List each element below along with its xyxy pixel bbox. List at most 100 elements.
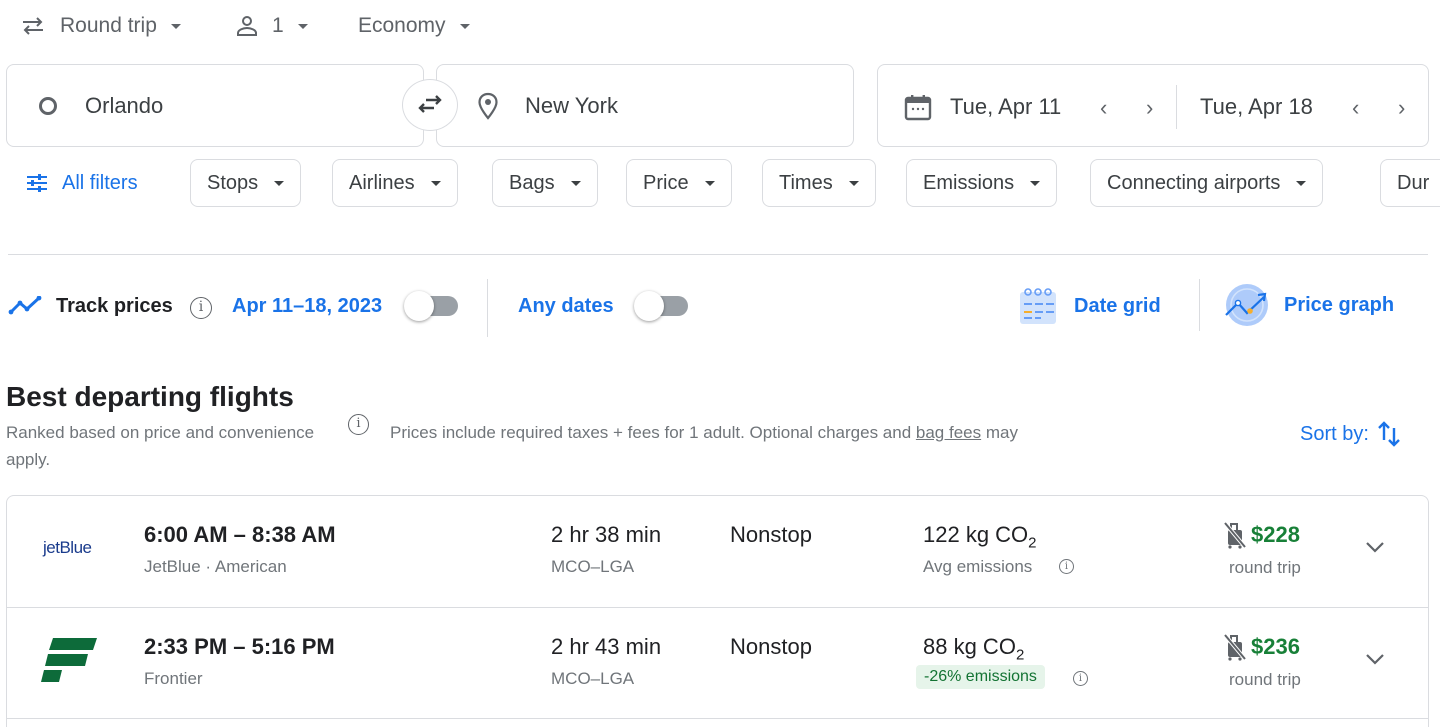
chip-label: Times	[779, 171, 833, 194]
emissions-info-icon[interactable]: i	[1073, 671, 1088, 686]
depart-prev-chevron-icon[interactable]: ‹	[1100, 95, 1107, 121]
flight-stops: Nonstop	[730, 634, 812, 659]
swap-arrows-icon	[20, 15, 46, 37]
depart-next-chevron-icon[interactable]: ›	[1146, 95, 1153, 121]
frontier-logo	[41, 636, 97, 689]
trend-line-icon	[8, 295, 42, 321]
row-divider	[7, 718, 1428, 719]
filter-chip-connecting-airports[interactable]: Connecting airports	[1090, 159, 1324, 207]
sort-by-button[interactable]: Sort by:	[1300, 420, 1401, 448]
calendar-icon	[904, 93, 932, 121]
track-prices-toggle[interactable]	[404, 291, 460, 321]
depart-date-value: Tue, Apr 11	[950, 94, 1062, 119]
ranking-info-icon[interactable]: i	[348, 414, 369, 435]
price-note: Prices include required taxes + fees for…	[390, 423, 1018, 443]
caret-down-icon	[274, 180, 285, 186]
any-dates-toggle[interactable]	[634, 291, 690, 321]
date-divider	[1176, 85, 1177, 129]
emissions-subscript: 2	[1028, 534, 1037, 552]
depart-date-field[interactable]: Tue, Apr 11	[904, 91, 1061, 123]
flight-row[interactable]: 2:33 PM – 5:16 PM Frontier 2 hr 43 min M…	[7, 607, 1428, 718]
price-type: round trip	[1229, 558, 1301, 577]
toggle-knob	[404, 291, 434, 321]
no-carry-on-bag-icon	[1223, 521, 1247, 554]
caret-down-icon	[1296, 180, 1307, 186]
chip-label: Stops	[207, 171, 259, 194]
location-pin-icon	[477, 92, 499, 120]
filter-chip-bags[interactable]: Bags	[492, 159, 598, 207]
date-range-field: Tue, Apr 11 ‹ › Tue, Apr 18 ‹ ›	[877, 64, 1429, 147]
filter-chip-airlines[interactable]: Airlines	[332, 159, 458, 207]
flight-price: $228	[1251, 522, 1300, 547]
trip-type-select[interactable]: Round trip	[20, 8, 181, 44]
flight-stops: Nonstop	[730, 522, 812, 547]
caret-down-icon	[1030, 180, 1041, 186]
flight-route: MCO–LGA	[551, 669, 635, 688]
price-graph-button[interactable]: Price graph	[1224, 282, 1394, 328]
flight-airlines: Frontier	[144, 669, 203, 688]
origin-circle-icon	[39, 96, 57, 115]
graph-divider	[1199, 279, 1200, 331]
return-next-chevron-icon[interactable]: ›	[1398, 95, 1405, 121]
expand-chevron-icon[interactable]	[1365, 540, 1385, 558]
chip-label: Bags	[509, 171, 555, 194]
swap-arrows-icon	[416, 93, 444, 117]
results-title: Best departing flights	[6, 381, 294, 412]
filter-chip-price[interactable]: Price	[626, 159, 732, 207]
chip-label: Price	[643, 171, 689, 194]
caret-down-icon	[297, 23, 308, 29]
trip-type-label: Round trip	[60, 14, 157, 37]
caret-down-icon	[704, 180, 715, 186]
flight-route: MCO–LGA	[551, 557, 635, 576]
date-grid-button[interactable]: Date grid	[1018, 284, 1161, 328]
swap-locations-button[interactable]	[402, 79, 458, 131]
section-divider	[8, 254, 1428, 255]
cabin-class-select[interactable]: Economy	[358, 8, 470, 44]
emissions-note: Avg emissions	[923, 557, 1033, 576]
return-prev-chevron-icon[interactable]: ‹	[1352, 95, 1359, 121]
filter-chip-emissions[interactable]: Emissions	[906, 159, 1058, 207]
no-carry-on-bag-icon	[1223, 633, 1247, 666]
origin-input[interactable]: Orlando	[6, 64, 424, 147]
sort-arrows-icon	[1377, 420, 1401, 448]
toggle-knob	[634, 291, 664, 321]
filter-chip-duration[interactable]: Dur	[1380, 159, 1440, 207]
filter-chip-stops[interactable]: Stops	[190, 159, 302, 207]
caret-down-icon	[570, 180, 581, 186]
chip-label: Connecting airports	[1107, 171, 1281, 194]
caret-down-icon	[459, 23, 470, 29]
sort-by-label: Sort by:	[1300, 422, 1369, 445]
caret-down-icon	[848, 180, 859, 186]
emissions-info-icon[interactable]: i	[1059, 559, 1074, 574]
cabin-class-label: Economy	[358, 14, 446, 37]
expand-chevron-icon[interactable]	[1365, 652, 1385, 670]
ranking-text: Ranked based on price and convenience	[6, 423, 315, 442]
return-date-field[interactable]: Tue, Apr 18	[1200, 91, 1313, 123]
tracking-divider	[487, 279, 488, 337]
tune-sliders-icon	[26, 173, 48, 193]
emissions-badge: -26% emissions	[916, 665, 1045, 689]
price-note-wrap: apply.	[6, 450, 51, 469]
flight-list: jetBlue 6:00 AM – 8:38 AM JetBlue · Amer…	[6, 495, 1429, 727]
flight-times: 2:33 PM – 5:16 PM	[144, 634, 335, 659]
chip-label: Airlines	[349, 171, 415, 194]
return-date-value: Tue, Apr 18	[1200, 94, 1313, 119]
ranking-note: Ranked based on price and convenience	[6, 423, 314, 443]
info-icon[interactable]: i	[190, 297, 212, 319]
emissions-value: 88 kg CO	[923, 634, 1016, 659]
filter-chip-times[interactable]: Times	[762, 159, 876, 207]
flight-emissions: 88 kg CO2	[923, 634, 1024, 663]
flight-price: $236	[1251, 634, 1300, 659]
bag-fees-link[interactable]: bag fees	[916, 423, 981, 442]
all-filters-button[interactable]: All filters	[26, 168, 138, 198]
chip-label: Dur	[1397, 171, 1430, 194]
date-grid-icon	[1018, 286, 1058, 326]
passengers-select[interactable]: 1	[236, 8, 308, 44]
price-graph-label: Price graph	[1284, 293, 1395, 316]
flight-row[interactable]: jetBlue 6:00 AM – 8:38 AM JetBlue · Amer…	[7, 496, 1428, 607]
destination-input[interactable]: New York	[436, 64, 854, 147]
flight-duration: 2 hr 43 min	[551, 634, 662, 659]
any-dates-label: Any dates	[518, 295, 614, 317]
emissions-value: 122 kg CO	[923, 522, 1029, 547]
origin-value: Orlando	[85, 92, 164, 118]
